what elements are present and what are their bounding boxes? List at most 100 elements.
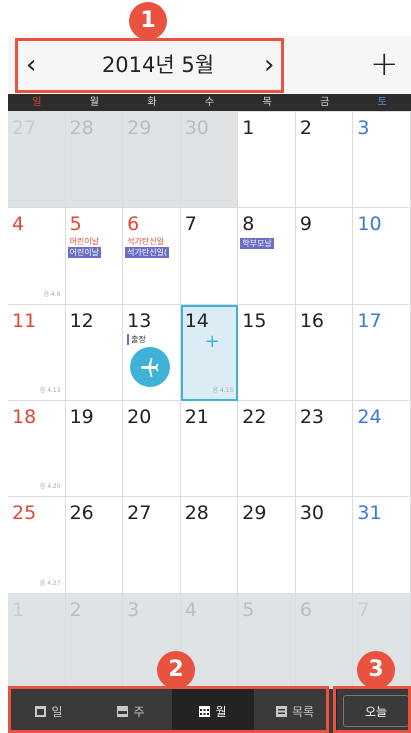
day-number: 12 bbox=[69, 309, 94, 332]
day-number: 8 bbox=[242, 213, 255, 236]
day-cell[interactable]: 20 bbox=[123, 401, 181, 498]
month-title: 2014년 5월 bbox=[101, 53, 215, 77]
day-cell[interactable]: 1 bbox=[238, 112, 296, 209]
day-cell[interactable]: 30 bbox=[295, 497, 354, 594]
day-cell[interactable]: 16 bbox=[295, 304, 354, 401]
weekday-thu: 목 bbox=[262, 97, 272, 108]
lunar-date: 음 4.6 bbox=[43, 290, 61, 298]
tab-week[interactable]: 주 bbox=[90, 689, 172, 733]
day-number: 27 bbox=[12, 117, 37, 139]
day-cell[interactable]: 24 bbox=[353, 401, 411, 498]
lunar-date: 음 4.15 bbox=[212, 387, 234, 394]
tab-list[interactable]: 목록 bbox=[254, 689, 336, 733]
day-number: 3 bbox=[127, 598, 140, 621]
day-number: 31 bbox=[357, 502, 382, 525]
day-cell-today[interactable]: 14 + 음 4.15 bbox=[180, 304, 239, 401]
month-view-icon bbox=[199, 705, 211, 717]
day-number: 2 bbox=[299, 117, 312, 139]
day-number: 10 bbox=[357, 213, 382, 236]
day-number: 24 bbox=[357, 406, 382, 428]
day-cell[interactable]: 9 bbox=[295, 208, 354, 305]
holiday-label: 석가탄신일 bbox=[127, 237, 164, 247]
day-number: 25 bbox=[12, 502, 37, 525]
day-cell[interactable]: 6 석가탄신일 석가탄신일( bbox=[123, 208, 181, 305]
day-cell[interactable]: 22 bbox=[238, 401, 296, 498]
day-cell[interactable]: 8 학부모날 bbox=[238, 208, 296, 305]
day-number: 18 bbox=[12, 406, 37, 428]
day-number: 5 bbox=[242, 598, 255, 621]
day-number: 21 bbox=[184, 406, 209, 428]
next-month-button[interactable]: › bbox=[264, 36, 274, 94]
weekday-tue: 화 bbox=[147, 97, 157, 108]
day-number: 20 bbox=[127, 406, 152, 428]
event-bar[interactable]: 석가탄신일( bbox=[125, 247, 170, 259]
tab-month[interactable]: 월 bbox=[172, 689, 254, 733]
day-number: 16 bbox=[299, 309, 325, 332]
annotation-badge-1: 1 bbox=[129, 2, 167, 40]
tab-day[interactable]: 일 bbox=[8, 689, 90, 733]
day-number: 1 bbox=[12, 598, 25, 621]
day-number: 2 bbox=[69, 598, 82, 621]
day-cell[interactable]: 29 bbox=[123, 112, 181, 209]
day-cell[interactable]: 13 출장 bbox=[123, 304, 181, 401]
day-cell[interactable]: 17 bbox=[353, 304, 411, 401]
day-cell[interactable]: 3 bbox=[353, 112, 411, 209]
day-number: 15 bbox=[242, 309, 267, 332]
prev-month-button[interactable]: ‹ bbox=[26, 36, 36, 94]
day-cell[interactable]: 28 bbox=[65, 112, 124, 209]
day-number: 19 bbox=[69, 406, 94, 428]
day-cell[interactable]: 10 bbox=[353, 208, 411, 305]
day-number: 11 bbox=[12, 309, 37, 332]
event-bar[interactable]: 어린이날 bbox=[67, 247, 102, 259]
day-cell[interactable]: 30 bbox=[180, 112, 239, 209]
day-cell[interactable]: 25 음 4.27 bbox=[8, 497, 66, 594]
day-cell[interactable]: 5 bbox=[238, 593, 296, 690]
day-cell[interactable]: 23 bbox=[295, 401, 354, 498]
add-event-button[interactable]: + bbox=[370, 36, 399, 94]
today-button[interactable]: 오늘 bbox=[343, 695, 409, 727]
month-grid: 27 28 29 30 1 2 3 4 음 4.6 5 어린이날 어린이날 6 … bbox=[8, 111, 411, 690]
day-cell[interactable]: 21 bbox=[180, 401, 239, 498]
day-cell[interactable]: 27 bbox=[123, 497, 181, 594]
weekday-sat: 토 bbox=[377, 97, 387, 108]
day-cell[interactable]: 29 bbox=[238, 497, 296, 594]
day-number: 30 bbox=[184, 117, 209, 139]
day-number: 27 bbox=[127, 502, 152, 525]
tab-week-label: 주 bbox=[133, 704, 145, 719]
day-cell[interactable]: 2 bbox=[295, 112, 354, 209]
list-view-icon bbox=[275, 705, 287, 717]
day-cell[interactable]: 5 어린이날 어린이날 bbox=[65, 208, 124, 305]
day-cell[interactable]: 6 bbox=[295, 593, 354, 690]
event-bar[interactable]: 학부모날 bbox=[240, 238, 274, 250]
weekday-wed: 수 bbox=[204, 97, 215, 108]
day-cell[interactable]: 1 bbox=[8, 593, 66, 690]
day-cell[interactable]: 26 bbox=[65, 497, 124, 594]
event-memo[interactable]: 출장 bbox=[127, 333, 146, 345]
day-number: 1 bbox=[242, 117, 255, 139]
day-cell[interactable]: 15 bbox=[238, 304, 296, 401]
weekday-mon: 월 bbox=[89, 97, 99, 108]
day-number: 9 bbox=[299, 213, 312, 236]
day-cell[interactable]: 31 bbox=[353, 497, 411, 594]
day-number: 30 bbox=[299, 502, 325, 525]
week-view-icon bbox=[117, 705, 129, 717]
day-cell[interactable]: 7 bbox=[180, 208, 239, 305]
day-cell[interactable]: 18 음 4.20 bbox=[8, 401, 66, 498]
quick-add-icon[interactable]: + bbox=[205, 331, 220, 352]
airplane-icon[interactable] bbox=[130, 346, 171, 387]
day-cell[interactable]: 4 음 4.6 bbox=[8, 208, 66, 305]
day-number: 6 bbox=[299, 598, 312, 621]
day-number: 22 bbox=[242, 406, 267, 428]
day-number: 3 bbox=[357, 117, 370, 139]
view-switcher-bar: 일 주 월 목록 오늘 bbox=[8, 689, 411, 733]
weekday-fri: 금 bbox=[320, 97, 330, 108]
day-cell[interactable]: 11 음 4.13 bbox=[8, 304, 66, 401]
day-cell[interactable]: 28 bbox=[180, 497, 239, 594]
day-cell[interactable]: 2 bbox=[65, 593, 124, 690]
day-cell[interactable]: 19 bbox=[65, 401, 124, 498]
day-number: 4 bbox=[12, 213, 25, 236]
day-cell[interactable]: 27 bbox=[8, 112, 66, 209]
day-number: 23 bbox=[299, 406, 325, 428]
day-cell[interactable]: 12 bbox=[65, 304, 124, 401]
day-number: 29 bbox=[242, 502, 267, 525]
